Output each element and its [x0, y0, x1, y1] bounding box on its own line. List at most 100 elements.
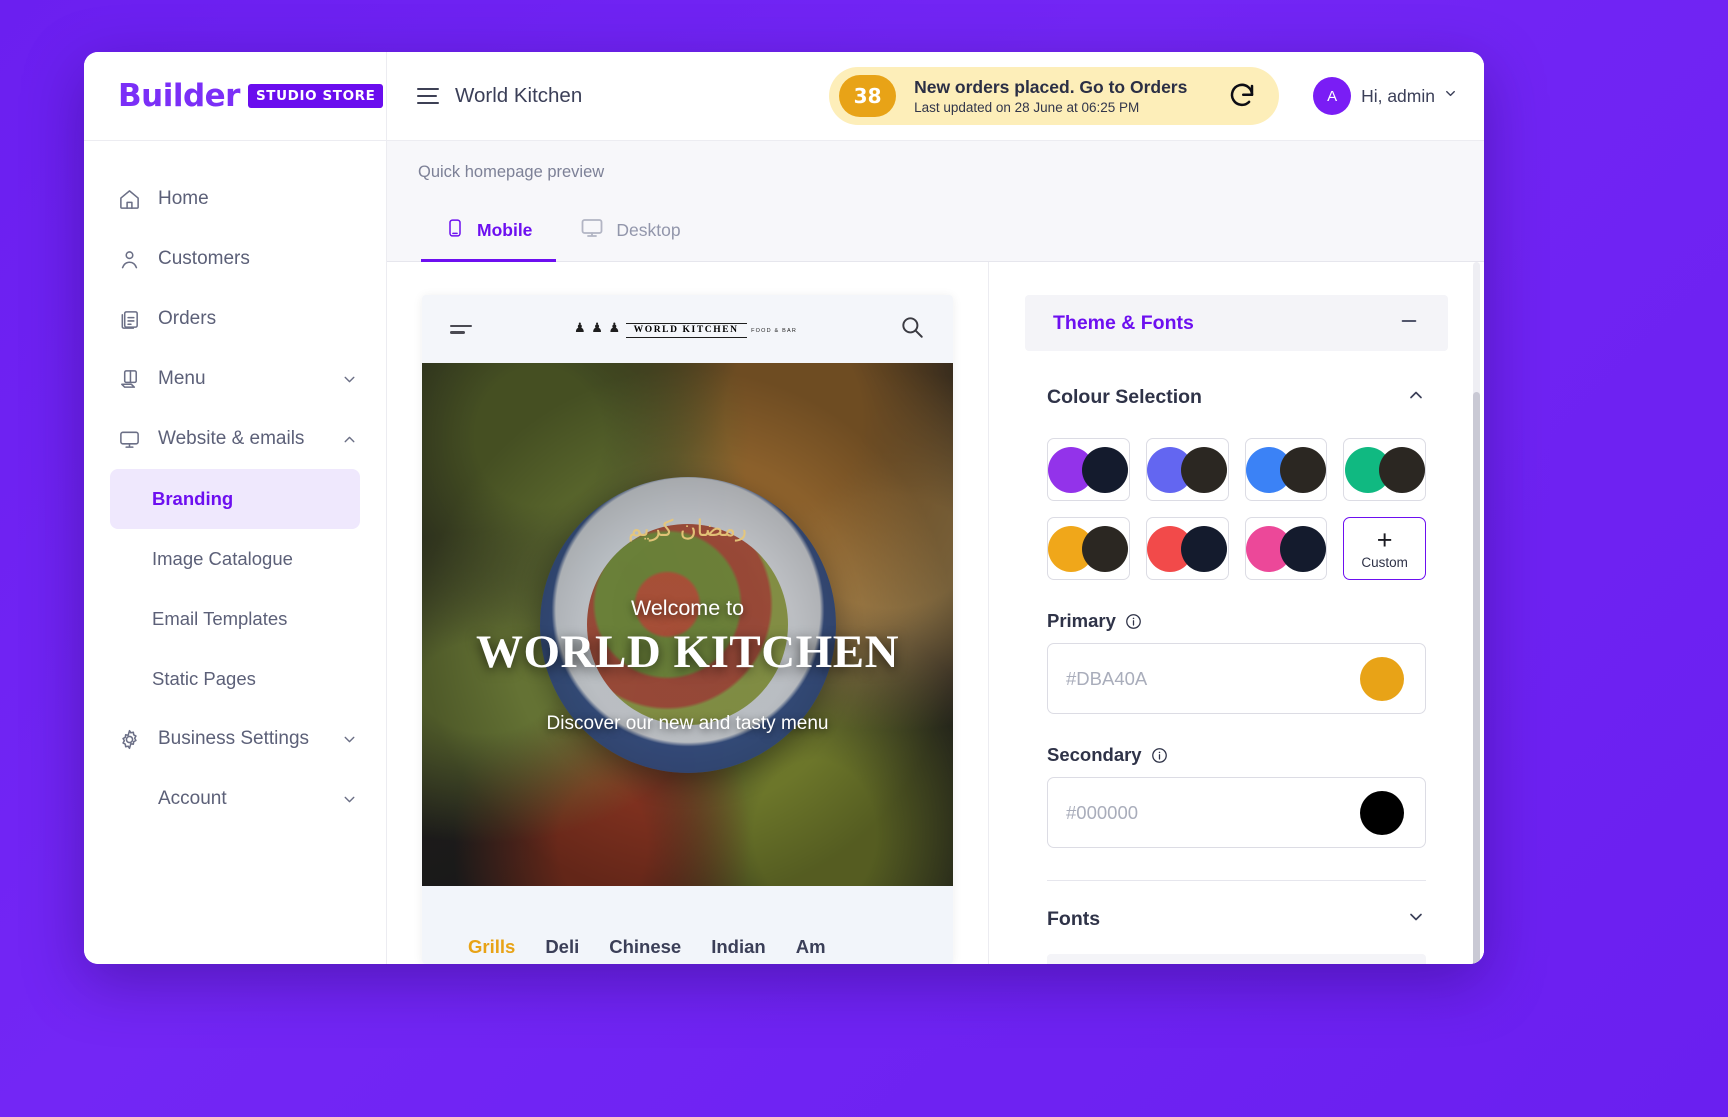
sidebar-item-home[interactable]: Home — [84, 169, 386, 229]
store-title: World Kitchen — [455, 84, 582, 108]
secondary-colour-input[interactable]: #000000 — [1047, 777, 1426, 848]
tab-label: Desktop — [616, 220, 680, 241]
user-icon — [116, 246, 142, 272]
info-icon[interactable] — [1125, 613, 1142, 630]
secondary-colour-value: #000000 — [1066, 802, 1138, 824]
sidebar-item-label: Account — [158, 788, 227, 810]
app-window: Builder STUDIO STORE World Kitchen 38 Ne… — [84, 52, 1484, 964]
chevron-down-icon[interactable] — [1406, 907, 1426, 932]
chevron-up-icon[interactable] — [341, 431, 358, 448]
colour-selection-header[interactable]: Colour Selection — [1025, 351, 1448, 410]
hero-banner: رمضان كريم Welcome to WORLD KITCHEN Disc… — [422, 363, 953, 886]
sidebar-subitem-label: Branding — [152, 488, 233, 510]
info-icon[interactable] — [1151, 747, 1168, 764]
tab-label: Mobile — [477, 220, 532, 241]
colour-swatch[interactable] — [1343, 438, 1426, 501]
sidebar-item-website-emails[interactable]: Website & emails — [84, 409, 386, 469]
sidebar-item-label: Home — [158, 188, 209, 210]
colour-swatch[interactable] — [1146, 517, 1229, 580]
account-icon-placeholder — [116, 786, 142, 812]
preview-tabs: Mobile Desktop — [387, 182, 1484, 262]
category-item[interactable]: Grills — [468, 936, 515, 958]
secondary-colour-field: Secondary #000000 — [1025, 714, 1448, 848]
sidebar-item-label: Business Settings — [158, 728, 309, 750]
avatar: A — [1313, 77, 1351, 115]
hero-title: WORLD KITCHEN — [476, 625, 899, 679]
category-item[interactable]: Am — [796, 936, 826, 958]
user-menu[interactable]: A Hi, admin — [1313, 77, 1458, 115]
colour-swatch[interactable] — [1245, 517, 1328, 580]
filter-icon[interactable] — [450, 325, 472, 334]
colour-swatch[interactable] — [1146, 438, 1229, 501]
sidebar: Home Customers Orders Menu — [84, 141, 387, 964]
preview-label: Quick homepage preview — [387, 141, 1484, 182]
sidebar-item-business-settings[interactable]: Business Settings — [84, 709, 386, 769]
primary-colour-preview[interactable] — [1360, 657, 1404, 701]
category-item[interactable]: Indian — [711, 936, 765, 958]
theme-fonts-header[interactable]: Theme & Fonts — [1025, 295, 1448, 351]
panes: ♟ ♟ ♟ WORLD KITCHEN FOOD & BAR رم — [387, 262, 1484, 964]
sidebar-item-account[interactable]: Account — [84, 769, 386, 829]
secondary-colour-preview[interactable] — [1360, 791, 1404, 835]
plus-icon: + — [1377, 527, 1393, 554]
crest-name: WORLD KITCHEN — [626, 323, 747, 339]
desktop-icon — [580, 216, 604, 245]
sidebar-subitem-label: Static Pages — [152, 668, 256, 690]
scrollbar-thumb[interactable] — [1473, 392, 1480, 964]
search-icon[interactable] — [899, 314, 925, 345]
orders-notification-banner[interactable]: 38 New orders placed. Go to Orders Last … — [829, 67, 1279, 125]
colour-selection-title: Colour Selection — [1047, 386, 1202, 409]
chevron-down-icon[interactable] — [341, 731, 358, 748]
orders-count-badge: 38 — [839, 75, 896, 117]
user-greeting: Hi, admin — [1361, 86, 1435, 107]
chevron-up-icon[interactable] — [1406, 385, 1426, 410]
colour-swatch[interactable] — [1047, 517, 1130, 580]
app-logo[interactable]: Builder STUDIO STORE — [118, 81, 383, 112]
next-section-card[interactable] — [1047, 954, 1426, 964]
sidebar-item-label: Customers — [158, 248, 250, 270]
chevron-down-icon[interactable] — [341, 791, 358, 808]
sidebar-item-branding[interactable]: Branding — [110, 469, 360, 529]
primary-colour-value: #DBA40A — [1066, 668, 1147, 690]
theme-fonts-panel: Theme & Fonts Colour Selection — [988, 262, 1484, 964]
logo-cell: Builder STUDIO STORE — [84, 52, 387, 141]
category-item[interactable]: Chinese — [609, 936, 681, 958]
fonts-section-header[interactable]: Fonts — [1025, 881, 1448, 932]
phone-frame: ♟ ♟ ♟ WORLD KITCHEN FOOD & BAR رم — [422, 295, 953, 964]
chevron-down-icon[interactable] — [341, 371, 358, 388]
category-nav: Grills Deli Chinese Indian Am — [422, 886, 953, 964]
category-item[interactable]: Deli — [545, 936, 579, 958]
secondary-label: Secondary — [1047, 744, 1142, 766]
sidebar-item-customers[interactable]: Customers — [84, 229, 386, 289]
colour-swatch[interactable] — [1047, 438, 1130, 501]
sidebar-item-menu[interactable]: Menu — [84, 349, 386, 409]
primary-colour-input[interactable]: #DBA40A — [1047, 643, 1426, 714]
custom-label: Custom — [1361, 555, 1408, 570]
minus-icon[interactable] — [1398, 310, 1420, 337]
custom-colour-button[interactable]: + Custom — [1343, 517, 1426, 580]
header: Builder STUDIO STORE World Kitchen 38 Ne… — [84, 52, 1484, 141]
panel-title: Theme & Fonts — [1053, 312, 1194, 335]
sidebar-item-static-pages[interactable]: Static Pages — [110, 649, 360, 709]
crest-ornament: ♟ ♟ ♟ — [574, 320, 621, 335]
sidebar-item-label: Menu — [158, 368, 206, 390]
sidebar-item-orders[interactable]: Orders — [84, 289, 386, 349]
orders-icon — [116, 306, 142, 332]
tab-desktop[interactable]: Desktop — [556, 216, 704, 262]
tab-mobile[interactable]: Mobile — [421, 216, 556, 262]
colour-swatch[interactable] — [1245, 438, 1328, 501]
sidebar-item-image-catalogue[interactable]: Image Catalogue — [110, 529, 360, 589]
gear-icon — [116, 726, 142, 752]
sidebar-item-email-templates[interactable]: Email Templates — [110, 589, 360, 649]
logo-badge: STUDIO STORE — [248, 84, 384, 108]
hamburger-icon[interactable] — [417, 88, 439, 104]
crest-subtitle: FOOD & BAR — [751, 328, 797, 334]
monitor-icon — [116, 426, 142, 452]
home-icon — [116, 186, 142, 212]
primary-label-row: Primary — [1047, 610, 1426, 632]
refresh-icon[interactable] — [1227, 81, 1257, 111]
logo-text: Builder — [118, 81, 240, 112]
menu-board-icon — [116, 366, 142, 392]
homepage-preview: ♟ ♟ ♟ WORLD KITCHEN FOOD & BAR رم — [387, 262, 988, 964]
primary-colour-field: Primary #DBA40A — [1025, 580, 1448, 714]
